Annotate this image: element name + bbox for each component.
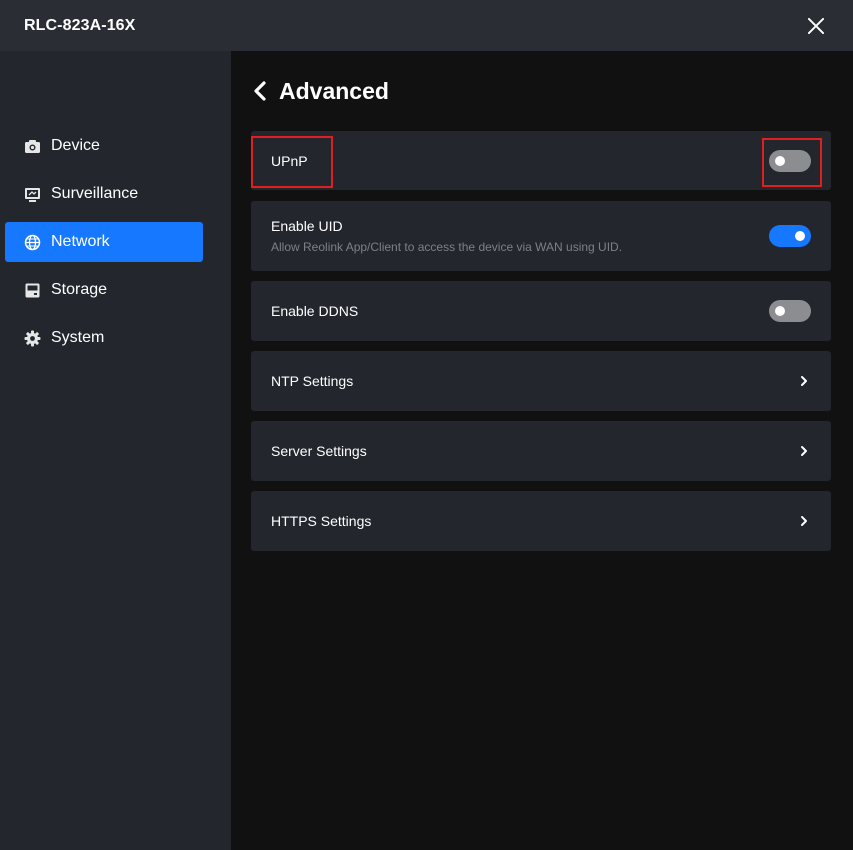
toggle-knob [795,231,805,241]
uid-label: Enable UID [271,218,343,234]
upnp-label: UPnP [271,152,308,169]
ddns-toggle[interactable] [769,300,811,322]
ddns-label: Enable DDNS [271,303,359,319]
sidebar-item-label: Storage [51,281,108,298]
globe-icon [24,234,41,251]
close-button[interactable] [805,15,827,37]
toggle-knob [775,306,785,316]
sidebar: Device Surveillance Network Storage Syst… [0,51,231,850]
chevron-left-icon[interactable] [251,79,269,103]
sidebar-item-label: Device [51,137,100,154]
upnp-row: UPnP [251,131,831,190]
ddns-row: Enable DDNS [251,281,831,341]
storage-icon [24,282,41,299]
chevron-right-icon [801,446,807,456]
upnp-toggle[interactable] [769,149,811,172]
camera-icon [24,138,41,155]
sidebar-item-label: Network [51,233,110,250]
window-title: RLC-823A-16X [24,16,136,34]
server-settings-row[interactable]: Server Settings [251,421,831,481]
sidebar-item-storage[interactable]: Storage [5,270,203,310]
sidebar-item-device[interactable]: Device [5,126,203,166]
sidebar-item-system[interactable]: System [5,318,203,358]
uid-description: Allow Reolink App/Client to access the d… [271,240,623,254]
chevron-right-icon [801,516,807,526]
ntp-settings-label: NTP Settings [271,373,354,389]
page-header: Advanced [251,77,389,105]
chevron-right-icon [801,376,807,386]
toggle-knob [775,155,785,166]
sidebar-item-label: Surveillance [51,185,139,202]
sidebar-item-surveillance[interactable]: Surveillance [5,174,203,214]
sidebar-item-label: System [51,329,105,346]
title-bar: RLC-823A-16X [0,0,853,51]
server-settings-label: Server Settings [271,443,367,459]
monitor-icon [24,186,41,203]
https-settings-label: HTTPS Settings [271,513,372,529]
uid-row: Enable UID Allow Reolink App/Client to a… [251,201,831,271]
https-settings-row[interactable]: HTTPS Settings [251,491,831,551]
uid-toggle[interactable] [769,225,811,247]
page-title: Advanced [279,77,389,104]
sidebar-item-network[interactable]: Network [5,222,203,262]
gear-icon [24,330,41,347]
main-panel: Advanced UPnP Enable UID Allow Reolink A… [231,51,853,850]
ntp-settings-row[interactable]: NTP Settings [251,351,831,411]
